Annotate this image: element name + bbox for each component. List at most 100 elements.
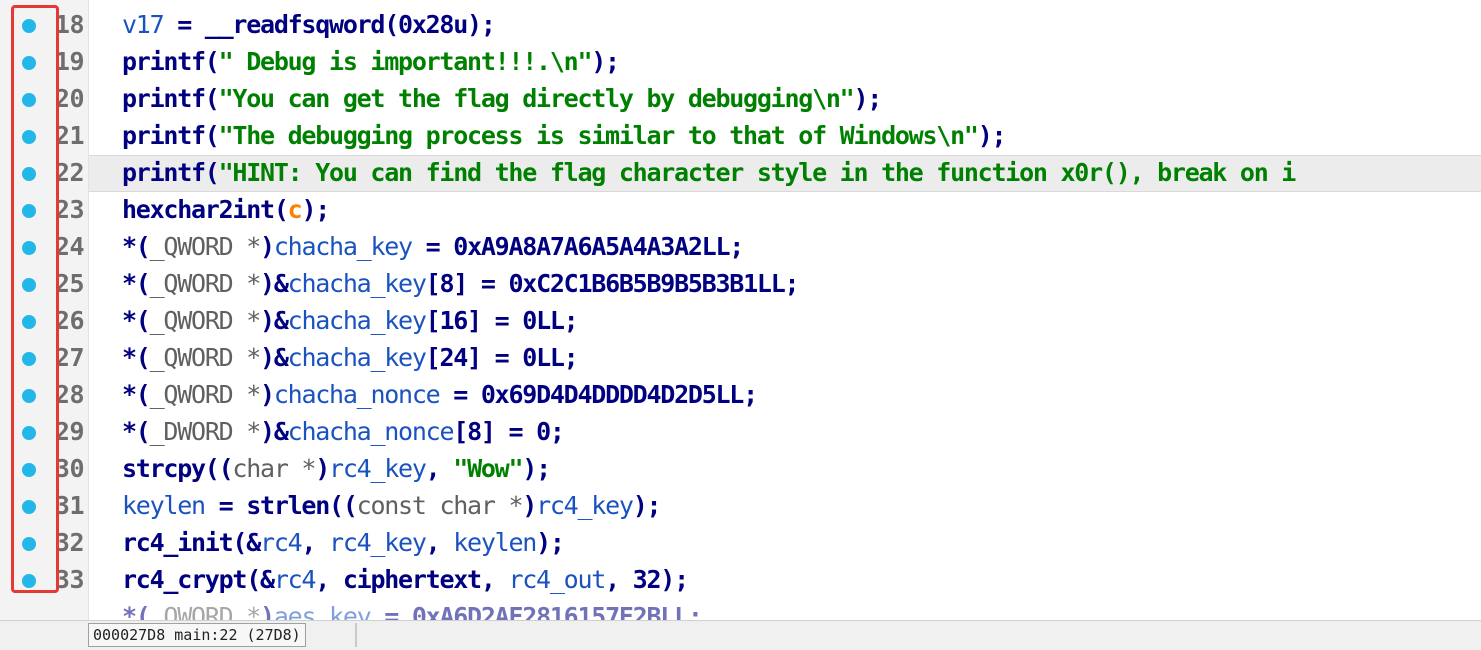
code-token[interactable]: keylen (453, 528, 537, 557)
code-line[interactable]: 22 printf("HINT: You can find the flag ch… (0, 155, 1481, 192)
code-line[interactable]: 21 printf("The debugging process is simil… (0, 118, 1481, 155)
code-token: *( (122, 602, 151, 620)
code-token[interactable]: aes_key (274, 602, 372, 620)
code-token: [24] = 0LL; (425, 343, 579, 372)
code-token: [8] = 0xC2C1B6B5B9B5B3B1LL; (425, 269, 800, 298)
code-token: , (425, 454, 454, 483)
code-text: v17 = __readfsqword(0x28u); (122, 10, 496, 40)
code-text: *(_DWORD *)&chacha_nonce[8] = 0; (122, 417, 565, 447)
code-line[interactable]: 30 strcpy((char *)rc4_key, "Wow"); (0, 451, 1481, 488)
code-token[interactable]: chacha_key (288, 306, 427, 335)
code-line[interactable]: 18 v17 = __readfsqword(0x28u); (0, 7, 1481, 44)
code-token[interactable]: chacha_key (274, 232, 413, 261)
code-line[interactable]: 23 hexchar2int(c); (0, 192, 1481, 229)
code-token: _QWORD * (149, 306, 262, 335)
code-token: ) (260, 380, 275, 409)
code-token[interactable]: rc4 (274, 565, 317, 594)
code-token: ); (536, 528, 565, 557)
code-token: *( (122, 417, 151, 446)
code-token: _QWORD * (149, 232, 262, 261)
code-token: ) (260, 602, 275, 620)
code-token: *( (122, 343, 151, 372)
code-text: printf("The debugging process is similar… (122, 121, 1007, 151)
code-text: printf("You can get the flag directly by… (122, 84, 882, 114)
code-line[interactable]: 27 *(_QWORD *)&chacha_key[24] = 0LL; (0, 340, 1481, 377)
code-token: = 0x69D4D4DDDD4D2D5LL; (439, 380, 758, 409)
code-line[interactable]: 25 *(_QWORD *)&chacha_key[8] = 0xC2C1B6B5… (0, 266, 1481, 303)
code-text: rc4_init(&rc4, rc4_key, keylen); (122, 528, 565, 558)
code-token: " Debug is important!!!.\n" (218, 47, 593, 76)
code-token: char * (232, 454, 316, 483)
code-token: "Wow" (453, 454, 523, 483)
status-separator (355, 623, 357, 647)
code-token: )& (260, 343, 289, 372)
code-token: ); (632, 491, 662, 520)
code-token: "HINT: You can find the flag character s… (218, 158, 1297, 187)
code-token: _QWORD * (149, 269, 262, 298)
code-line[interactable]: 29 *(_DWORD *)&chacha_nonce[8] = 0; (0, 414, 1481, 451)
code-token: )& (260, 269, 289, 298)
code-line[interactable]: 32 rc4_init(&rc4, rc4_key, keylen); (0, 525, 1481, 562)
code-token[interactable]: c (288, 195, 303, 224)
code-line[interactable]: 20 printf("You can get the flag directly … (0, 81, 1481, 118)
code-token: )& (260, 306, 289, 335)
code-text: printf("HINT: You can find the flag char… (122, 158, 1297, 188)
code-token: )& (260, 417, 289, 446)
breakpoint-highlight-box (11, 5, 59, 593)
code-line[interactable]: 31 keylen = strlen((const char *)rc4_key)… (0, 488, 1481, 525)
code-line[interactable]: 33 rc4_crypt(&rc4, ciphertext, rc4_out, 3… (0, 562, 1481, 599)
code-token: , (301, 528, 330, 557)
code-token: , 32); (605, 565, 689, 594)
code-token: *( (122, 232, 151, 261)
code-token: *( (122, 306, 151, 335)
code-text: *(_QWORD *)&chacha_key[24] = 0LL; (122, 343, 579, 373)
code-token[interactable]: v17 (122, 10, 165, 39)
code-token: *( (122, 380, 151, 409)
code-text: printf(" Debug is important!!!.\n"); (122, 47, 620, 77)
code-token: = strlen(( (204, 491, 358, 520)
code-token: [8] = 0; (453, 417, 565, 446)
code-line[interactable]: *(_QWORD *)aes_key = 0xA6D2AE2816157E2BL… (0, 599, 1481, 620)
code-token: printf( (122, 47, 220, 76)
code-token: = 0xA6D2AE2816157E2BLL; (370, 602, 703, 620)
code-text: *(_QWORD *)aes_key = 0xA6D2AE2816157E2BL… (122, 602, 703, 620)
code-text: *(_QWORD *)chacha_key = 0xA9A8A7A6A5A4A3… (122, 232, 744, 262)
pseudocode-view[interactable]: 18 v17 = __readfsqword(0x28u); 19 printf(" … (0, 0, 1481, 620)
code-token[interactable]: rc4_key (329, 528, 427, 557)
code-token: _QWORD * (149, 380, 262, 409)
code-token: ); (522, 454, 551, 483)
code-token[interactable]: chacha_key (288, 269, 427, 298)
code-token: strcpy(( (122, 454, 234, 483)
code-token: = __readfsqword(0x28u); (163, 10, 496, 39)
code-token[interactable]: keylen (122, 491, 206, 520)
code-token: "The debugging process is similar to tha… (218, 121, 979, 150)
code-token: _QWORD * (149, 602, 262, 620)
code-text: keylen = strlen((const char *)rc4_key); (122, 491, 662, 521)
code-token[interactable]: rc4_key (329, 454, 427, 483)
code-token: *( (122, 269, 151, 298)
code-token: const char * (356, 491, 524, 520)
code-token[interactable]: rc4_key (536, 491, 634, 520)
code-token: ); (977, 121, 1007, 150)
code-token[interactable]: rc4 (260, 528, 303, 557)
code-line[interactable]: 28 *(_QWORD *)chacha_nonce = 0x69D4D4DDDD… (0, 377, 1481, 414)
code-token: printf( (122, 121, 220, 150)
code-text: *(_QWORD *)chacha_nonce = 0x69D4D4DDDD4D… (122, 380, 758, 410)
code-token[interactable]: chacha_nonce (288, 417, 455, 446)
code-token[interactable]: chacha_nonce (274, 380, 441, 409)
code-text: strcpy((char *)rc4_key, "Wow"); (122, 454, 551, 484)
code-token: ); (591, 47, 620, 76)
code-token: _QWORD * (149, 343, 262, 372)
code-token[interactable]: rc4_out (508, 565, 606, 594)
code-token: ) (315, 454, 330, 483)
code-token: _DWORD * (149, 417, 262, 446)
code-text: hexchar2int(c); (122, 195, 330, 225)
code-token[interactable]: chacha_key (288, 343, 427, 372)
code-line[interactable]: 26 *(_QWORD *)&chacha_key[16] = 0LL; (0, 303, 1481, 340)
code-line[interactable]: 24 *(_QWORD *)chacha_key = 0xA9A8A7A6A5A4… (0, 229, 1481, 266)
code-token: ); (301, 195, 330, 224)
code-token: printf( (122, 84, 220, 113)
code-text: *(_QWORD *)&chacha_key[16] = 0LL; (122, 306, 579, 336)
code-line[interactable]: 19 printf(" Debug is important!!!.\n"); (0, 44, 1481, 81)
code-token: rc4_crypt(& (122, 565, 275, 594)
